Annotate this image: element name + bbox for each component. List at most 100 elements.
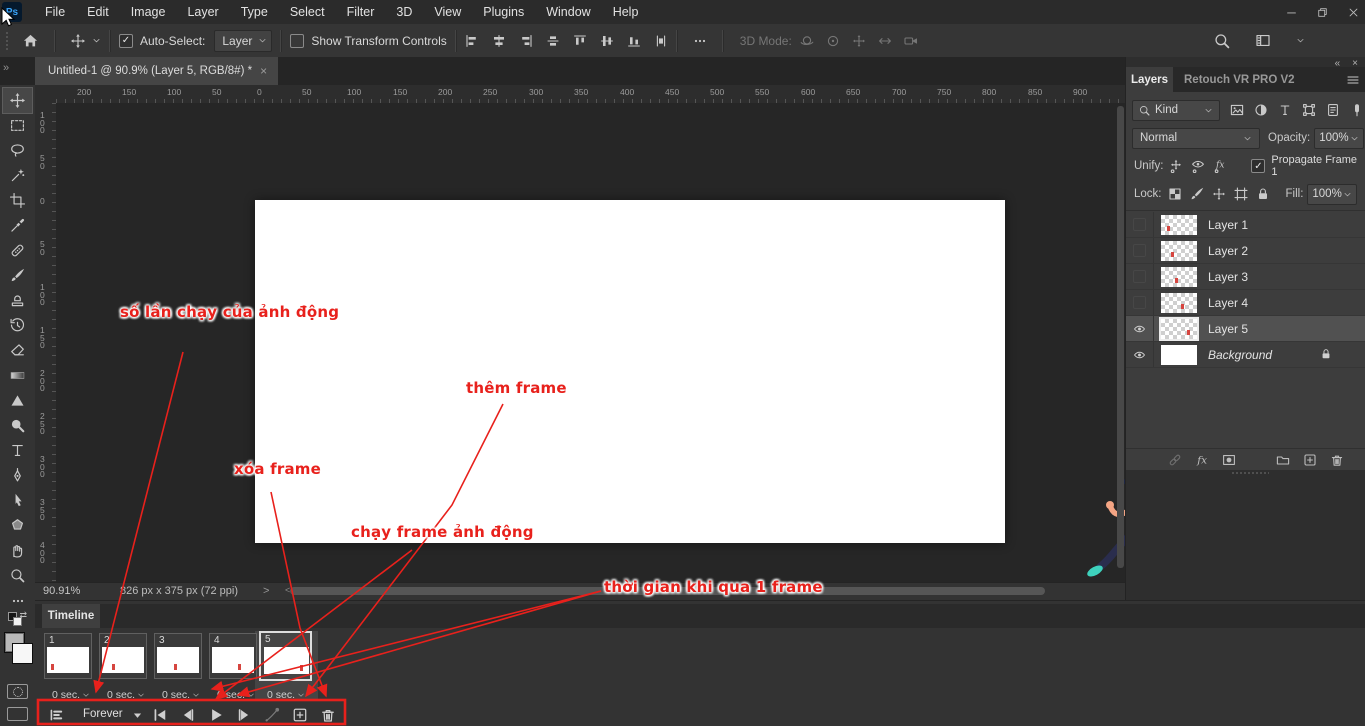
auto-select-checkbox[interactable]: ✓: [119, 34, 133, 48]
hand-tool-button[interactable]: [3, 538, 32, 563]
status-chevron-icon[interactable]: >: [263, 585, 269, 597]
unify-effects-icon[interactable]: fx: [1213, 159, 1227, 173]
adjustment-filter-icon[interactable]: [1254, 103, 1268, 117]
unify-visibility-icon[interactable]: [1191, 159, 1205, 173]
ruler-corner[interactable]: [35, 85, 57, 104]
visibility-eye-icon[interactable]: [1126, 316, 1154, 341]
frame-delay-dropdown[interactable]: 0 sec.: [44, 689, 98, 701]
lock-all-icon[interactable]: [1256, 187, 1270, 201]
marquee-tool-button[interactable]: [3, 113, 32, 138]
layer-name[interactable]: Background: [1208, 348, 1272, 362]
search-icon[interactable]: [1214, 33, 1230, 49]
zoom-level[interactable]: 90.91%: [43, 585, 80, 597]
document-canvas[interactable]: [255, 200, 1005, 543]
brush-tool-button[interactable]: [3, 263, 32, 288]
layer-row[interactable]: Layer 3: [1126, 264, 1365, 290]
layer-row[interactable]: Background: [1126, 342, 1365, 368]
lock-artboard-icon[interactable]: [1234, 187, 1248, 201]
propagate-checkbox[interactable]: ✓: [1251, 159, 1265, 173]
prev-frame-icon[interactable]: [180, 707, 196, 723]
options-bar-grip[interactable]: [5, 31, 9, 51]
edit-toolbar-icon[interactable]: [3, 592, 32, 610]
visibility-toggle[interactable]: [1126, 212, 1154, 237]
move-tool-button[interactable]: [3, 88, 32, 113]
quick-mask-button[interactable]: [7, 684, 28, 699]
layer-name[interactable]: Layer 1: [1208, 218, 1248, 232]
fill-field[interactable]: 100%: [1307, 184, 1357, 205]
more-options-icon[interactable]: [693, 34, 707, 48]
chevron-down-icon[interactable]: [92, 36, 101, 45]
history-brush-tool-button[interactable]: [3, 313, 32, 338]
layer-name[interactable]: Layer 2: [1208, 244, 1248, 258]
opacity-field[interactable]: 100%: [1314, 128, 1364, 149]
shape-triangle-tool-button[interactable]: [3, 388, 32, 413]
menu-type[interactable]: Type: [230, 0, 279, 24]
orbit-3d-icon[interactable]: [800, 34, 814, 48]
layer-thumbnail[interactable]: [1161, 267, 1197, 287]
tab-layers[interactable]: Layers: [1126, 67, 1173, 92]
type-tool-button[interactable]: [3, 438, 32, 463]
align-left-icon[interactable]: [465, 34, 479, 48]
roll-3d-icon[interactable]: [826, 34, 840, 48]
layer-row[interactable]: Layer 4: [1126, 290, 1365, 316]
delete-frame-icon[interactable]: [320, 707, 336, 723]
healing-brush-tool-button[interactable]: [3, 238, 32, 263]
align-top-icon[interactable]: [573, 34, 587, 48]
loop-count-dropdown[interactable]: Forever: [83, 708, 123, 720]
first-frame-icon[interactable]: [152, 707, 168, 723]
horizontal-ruler[interactable]: 2001501005005010015020025030035040045050…: [56, 85, 1125, 104]
screen-mode-button[interactable]: [7, 707, 28, 721]
layer-row[interactable]: Layer 1: [1126, 212, 1365, 238]
menu-filter[interactable]: Filter: [336, 0, 386, 24]
layer-thumbnail[interactable]: [1161, 241, 1197, 261]
distribute-v-icon[interactable]: [654, 34, 668, 48]
animation-frame-4[interactable]: 40 sec.: [209, 633, 263, 701]
lock-transparency-icon[interactable]: [1168, 187, 1182, 201]
animation-frame-5[interactable]: 50 sec.: [259, 633, 313, 701]
layer-name[interactable]: Layer 5: [1208, 322, 1248, 336]
swap-colors-icon[interactable]: ⇄: [20, 610, 28, 621]
pen-tool-button[interactable]: [3, 463, 32, 488]
zoom-tool-button[interactable]: [3, 563, 32, 588]
menu-edit[interactable]: Edit: [76, 0, 120, 24]
eyedropper-tool-button[interactable]: [3, 213, 32, 238]
adjustment-layer-icon[interactable]: [1249, 453, 1263, 467]
slide-3d-icon[interactable]: [878, 34, 892, 48]
frame-delay-dropdown[interactable]: 0 sec.: [209, 689, 263, 701]
camera-3d-icon[interactable]: [904, 34, 918, 48]
unify-position-icon[interactable]: [1169, 159, 1183, 173]
align-center-h-icon[interactable]: [492, 34, 506, 48]
delete-layer-icon[interactable]: [1330, 453, 1344, 467]
layer-thumbnail[interactable]: [1161, 345, 1197, 365]
animation-frame-2[interactable]: 20 sec.: [99, 633, 153, 701]
clone-stamp-tool-button[interactable]: [3, 288, 32, 313]
frame-delay-dropdown[interactable]: 0 sec.: [154, 689, 208, 701]
image-filter-icon[interactable]: [1230, 103, 1244, 117]
show-transform-checkbox[interactable]: [290, 34, 304, 48]
lasso-tool-button[interactable]: [3, 138, 32, 163]
align-right-icon[interactable]: [519, 34, 533, 48]
layer-group-icon[interactable]: [1276, 453, 1290, 467]
panel-resize-grip[interactable]: [1231, 471, 1269, 475]
layer-row[interactable]: Layer 5: [1126, 316, 1365, 342]
expand-panels-icon[interactable]: »: [3, 62, 9, 74]
tab-close-icon[interactable]: ×: [260, 64, 267, 78]
align-middle-icon[interactable]: [600, 34, 614, 48]
type-filter-icon[interactable]: [1278, 103, 1292, 117]
frame-delay-dropdown[interactable]: 0 sec.: [259, 689, 313, 701]
frame-delay-dropdown[interactable]: 0 sec.: [99, 689, 153, 701]
vertical-scrollbar[interactable]: [1117, 106, 1124, 568]
background-color-swatch[interactable]: [12, 643, 33, 664]
tab-retouch-vr-pro[interactable]: Retouch VR PRO V2: [1176, 67, 1303, 92]
menu-select[interactable]: Select: [279, 0, 336, 24]
filter-pin-icon[interactable]: [1350, 103, 1364, 117]
workspace-icon[interactable]: [1254, 33, 1272, 48]
animation-frame-1[interactable]: 10 sec.: [44, 633, 98, 701]
visibility-toggle[interactable]: [1126, 238, 1154, 263]
menu-help[interactable]: Help: [602, 0, 650, 24]
close-icon[interactable]: [1348, 7, 1359, 18]
layer-mask-icon[interactable]: [1222, 453, 1236, 467]
menu-view[interactable]: View: [423, 0, 472, 24]
layer-thumbnail[interactable]: [1161, 319, 1197, 339]
move-tool-preset-icon[interactable]: [71, 34, 85, 48]
